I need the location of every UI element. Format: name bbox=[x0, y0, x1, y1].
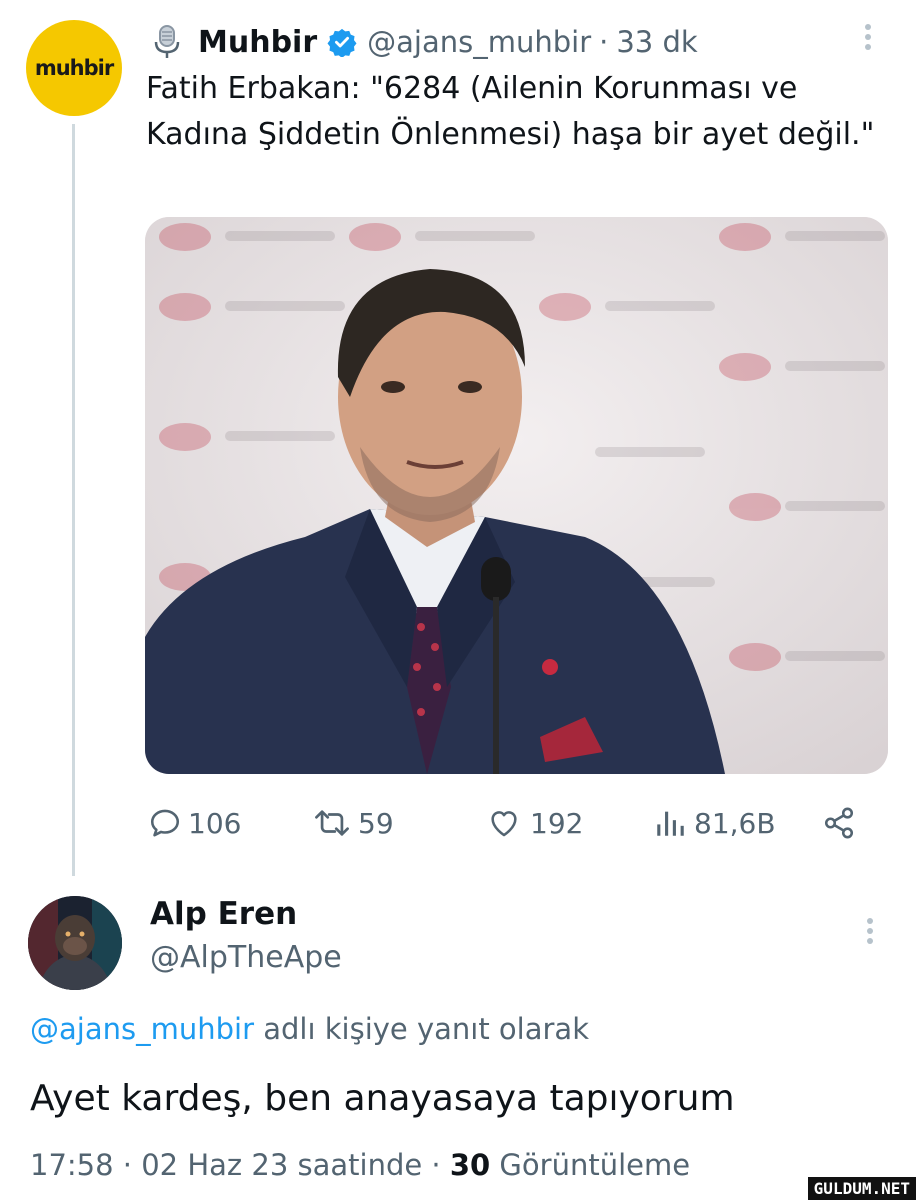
like-icon bbox=[491, 811, 517, 837]
timestamp[interactable]: 33 dk bbox=[616, 25, 697, 59]
avatar-logo-text: muhbir bbox=[34, 56, 114, 80]
retweet-count: 59 bbox=[358, 806, 394, 840]
muhbir-avatar[interactable]: muhbir bbox=[26, 20, 122, 116]
author-handle[interactable]: @ajans_muhbir bbox=[367, 25, 591, 59]
reply-icon bbox=[150, 809, 180, 837]
views-icon bbox=[657, 811, 684, 836]
site-watermark: GULDUM.NET bbox=[807, 1177, 916, 1200]
verified-badge-icon bbox=[327, 28, 357, 57]
replying-to-mention[interactable]: @ajans_muhbir bbox=[30, 1012, 254, 1046]
tweet-actions: 106 59 192 81,6B bbox=[146, 800, 886, 846]
reply-count: 106 bbox=[188, 806, 242, 840]
footer-separator: · bbox=[431, 1148, 441, 1182]
tweet-text: Fatih Erbakan: "6284 (Ailenin Korunması … bbox=[146, 71, 875, 152]
views-button[interactable]: 81,6B bbox=[652, 800, 776, 846]
footer-separator: · bbox=[122, 1148, 133, 1182]
share-button[interactable] bbox=[820, 800, 864, 846]
more-options-icon[interactable] bbox=[858, 22, 878, 52]
replying-to: @ajans_muhbir adlı kişiye yanıt olarak bbox=[30, 1012, 589, 1046]
ape-avatar-image bbox=[28, 896, 122, 990]
tweet-photo[interactable] bbox=[145, 217, 888, 774]
author-name[interactable]: Muhbir bbox=[198, 25, 317, 60]
microphone-icon bbox=[154, 25, 180, 58]
reply-button[interactable]: 106 bbox=[148, 800, 241, 846]
retweet-icon bbox=[315, 810, 349, 836]
reply-text: Ayet kardeş, ben anayasaya tapıyorum bbox=[30, 1078, 735, 1119]
reply-author-handle[interactable]: @AlpTheApe bbox=[150, 940, 342, 975]
thread-line bbox=[72, 124, 75, 876]
share-icon bbox=[824, 807, 854, 839]
views-count: 81,6B bbox=[694, 806, 776, 840]
photo-illustration bbox=[145, 217, 888, 774]
like-count: 192 bbox=[530, 806, 584, 840]
reply-views-label: Görüntüleme bbox=[490, 1148, 691, 1182]
meta-separator: · bbox=[599, 25, 609, 59]
replying-to-label: adlı kişiye yanıt olarak bbox=[254, 1012, 589, 1046]
tweet-header: Muhbir @ajans_muhbir · 33 dk bbox=[150, 20, 698, 64]
reply-author-name[interactable]: Alp Eren bbox=[150, 896, 297, 932]
more-options-icon[interactable] bbox=[860, 916, 880, 946]
reply-time[interactable]: 17:58 bbox=[30, 1148, 114, 1182]
retweet-button[interactable]: 59 bbox=[312, 800, 394, 846]
like-button[interactable]: 192 bbox=[484, 800, 583, 846]
reply-footer: 17:58 · 02 Haz 23 saatinde · 30 Görüntül… bbox=[30, 1148, 690, 1182]
alp-eren-avatar[interactable] bbox=[28, 896, 122, 990]
reply-date[interactable]: 02 Haz 23 saatinde bbox=[141, 1148, 422, 1182]
reply-views-count: 30 bbox=[449, 1148, 491, 1182]
